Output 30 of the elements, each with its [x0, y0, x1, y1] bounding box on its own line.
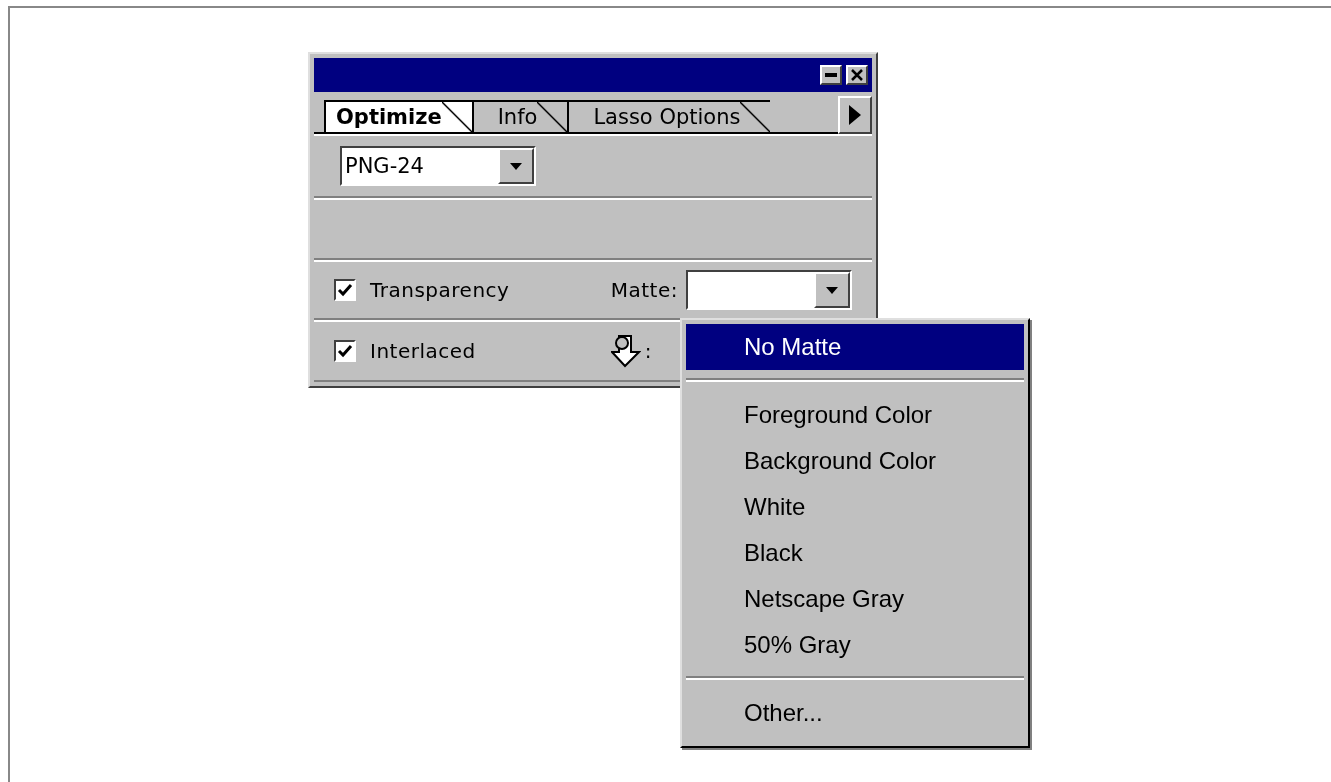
minimize-icon: [825, 73, 837, 77]
menu-item[interactable]: No Matte: [686, 324, 1024, 370]
menu-item[interactable]: Netscape Gray: [686, 576, 1024, 622]
menu-item[interactable]: Foreground Color: [686, 392, 1024, 438]
triangle-right-icon: [849, 105, 861, 125]
menu-item[interactable]: 50% Gray: [686, 622, 1024, 668]
checkbox[interactable]: [334, 340, 356, 362]
close-icon: [851, 69, 863, 81]
arrow-down-icon: [610, 334, 641, 368]
minimize-button[interactable]: [820, 65, 842, 85]
menu-item[interactable]: Background Color: [686, 438, 1024, 484]
checkbox-label: Interlaced: [370, 339, 476, 363]
matte-dropdown[interactable]: [686, 270, 852, 310]
close-button[interactable]: [846, 65, 868, 85]
caret-icon: [826, 286, 838, 294]
caret-icon: [510, 162, 522, 170]
panel-tab[interactable]: Lasso Options: [567, 100, 771, 132]
matte-label: Matte:: [610, 278, 678, 302]
panel-tab[interactable]: Info: [471, 100, 568, 132]
menu-item[interactable]: Black: [686, 530, 1024, 576]
dropdown-button[interactable]: [814, 272, 850, 308]
panel-tab[interactable]: Optimize: [324, 100, 472, 132]
field-label: :: [644, 339, 652, 363]
format-dropdown[interactable]: PNG-24: [340, 146, 536, 186]
checkbox[interactable]: [334, 279, 356, 301]
dropdown-button[interactable]: [498, 148, 534, 184]
panel-menu-button[interactable]: [838, 96, 872, 134]
checkbox-label: Transparency: [370, 278, 510, 302]
menu-item[interactable]: White: [686, 484, 1024, 530]
menu-item[interactable]: Other...: [686, 690, 1024, 736]
